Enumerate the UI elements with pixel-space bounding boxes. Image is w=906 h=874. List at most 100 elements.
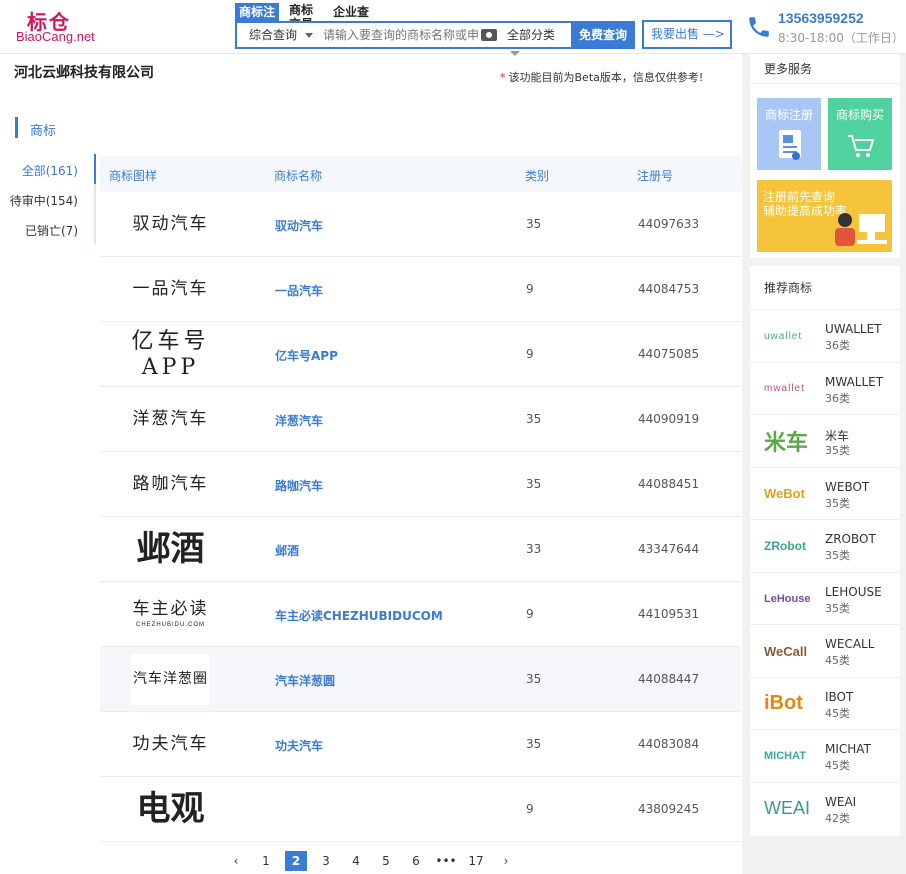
service-register-card[interactable]: 商标注册 xyxy=(757,98,821,170)
rec-logo: 米车 xyxy=(764,430,809,455)
trademark-class: 35 xyxy=(526,412,542,426)
rec-class: 36类 xyxy=(825,339,850,352)
trademark-name-link[interactable]: 功夫汽车 xyxy=(275,737,323,754)
rec-class: 45类 xyxy=(825,706,850,720)
section-title: 商标 xyxy=(30,124,57,139)
table-row[interactable]: 汽车洋葱圈 汽车洋葱圆 35 44088447 xyxy=(100,647,741,712)
search-input[interactable] xyxy=(323,23,479,47)
trademark-name-link[interactable]: 一品汽车 xyxy=(275,282,323,299)
page-2-current[interactable]: 2 xyxy=(285,851,307,871)
phone-number: 13563959252 xyxy=(778,10,864,26)
recommended-panel: 推荐商标 uwallet UWALLET 36类 mwallet MWALLET… xyxy=(750,266,900,836)
category-select[interactable]: 全部分类 xyxy=(507,23,569,47)
service-buy-label: 商标购买 xyxy=(835,108,884,122)
trademark-class: 35 xyxy=(526,737,542,751)
trademark-image: 亿车号APP xyxy=(131,329,210,380)
cart-icon xyxy=(848,135,875,157)
trademark-image: 电观 xyxy=(136,788,205,829)
rec-class: 45类 xyxy=(825,759,850,772)
tab-trademark-trade[interactable]: 商标交易 xyxy=(285,3,323,31)
list-item[interactable]: MICHAT MICHAT 45类 xyxy=(750,730,900,783)
promo-banner[interactable]: 注册前先查询 辅助提高成功率 xyxy=(757,180,892,252)
list-item[interactable]: WeCall WECALL 45类 xyxy=(750,625,900,678)
list-item[interactable]: WeBot WEBOT 35类 xyxy=(750,468,900,520)
page-ellipsis: ••• xyxy=(435,854,457,868)
list-item[interactable]: 米车 米车 35类 xyxy=(750,415,900,468)
trademark-reg-no: 44084753 xyxy=(638,282,700,296)
rec-logo: ZRobot xyxy=(764,539,806,553)
table-row[interactable]: 电观 9 43809245 xyxy=(100,777,741,842)
phone-icon xyxy=(749,17,769,37)
table-row[interactable]: 洋葱汽车 洋葱汽车 35 44090919 xyxy=(100,387,741,452)
rec-logo: LeHouse xyxy=(764,592,811,605)
page-1[interactable]: 1 xyxy=(255,851,277,871)
col-reg-no: 注册号 xyxy=(637,169,674,183)
rec-logo: iBot xyxy=(764,692,803,714)
trademark-name-link[interactable]: 车主必读CHEZHUBIDUCOM xyxy=(275,607,443,624)
trademark-name-link[interactable]: 路咖汽车 xyxy=(275,477,323,494)
trademark-image: 洋葱汽车 xyxy=(132,408,209,429)
filter-cancelled[interactable]: 已销亡(7) xyxy=(25,222,78,239)
col-image: 商标图样 xyxy=(109,169,158,183)
rec-class: 35类 xyxy=(825,601,850,615)
trademark-name-link[interactable]: 亿车号APP xyxy=(275,347,338,364)
trademark-reg-no: 43809245 xyxy=(638,802,700,816)
search-scope-select[interactable]: 综合查询 xyxy=(237,23,313,47)
table-row[interactable]: 一品汽车 一品汽车 9 44084753 xyxy=(100,257,741,322)
table-row[interactable]: 驭动汽车 驭动汽车 35 44097633 xyxy=(100,192,741,257)
list-item[interactable]: WEAI WEAI 42类 xyxy=(750,783,900,836)
service-buy-card[interactable]: 商标购买 xyxy=(828,98,892,170)
trademark-name-link[interactable]: 洋葱汽车 xyxy=(275,412,323,429)
col-class: 类别 xyxy=(525,169,550,183)
rec-name: ZROBOT xyxy=(825,532,876,546)
list-item[interactable]: uwallet UWALLET 36类 xyxy=(750,310,900,363)
filter-all[interactable]: 全部(161) xyxy=(22,162,78,179)
rec-name: WECALL xyxy=(825,637,875,651)
rec-class: 36类 xyxy=(825,391,850,405)
list-item[interactable]: mwallet MWALLET 36类 xyxy=(750,363,900,415)
list-item[interactable]: ZRobot ZROBOT 35类 xyxy=(750,520,900,573)
service-hours: 8:30-18:00（工作日） xyxy=(778,31,904,45)
page-3[interactable]: 3 xyxy=(315,851,337,871)
trademark-reg-no: 44097633 xyxy=(638,217,700,231)
trademark-class: 35 xyxy=(526,672,542,686)
rec-logo: WEAI xyxy=(764,798,811,818)
trademark-image: 一品汽车 xyxy=(132,278,209,299)
trademark-name-link[interactable]: 邺酒 xyxy=(275,542,299,559)
search-tabs: 商标注 商标交易 企业查 xyxy=(235,3,379,31)
rec-class: 35类 xyxy=(825,496,850,510)
next-page-button[interactable]: › xyxy=(495,851,517,871)
page-4[interactable]: 4 xyxy=(345,851,367,871)
trademark-name-link[interactable]: 驭动汽车 xyxy=(275,217,323,234)
chevron-down-icon[interactable] xyxy=(305,33,313,38)
rec-logo: WeBot xyxy=(764,486,805,501)
free-search-button[interactable]: 免费查询 xyxy=(571,21,635,49)
page-17[interactable]: 17 xyxy=(465,851,487,871)
top-header: 标仓 BiaoCang.net 商标注 商标交易 企业查 综合查询 全部分类 免… xyxy=(0,0,906,56)
table-row[interactable]: 亿车号APP 亿车号APP 9 44075085 xyxy=(100,322,741,387)
sell-button[interactable]: 我要出售 —> xyxy=(642,20,732,49)
logo-en: BiaoCang.net xyxy=(16,29,95,44)
table-row[interactable]: 路咖汽车 路咖汽车 35 44088451 xyxy=(100,452,741,517)
camera-icon[interactable] xyxy=(481,29,497,41)
table-row[interactable]: 车主必读 CHEZHUBIDU.COM 车主必读CHEZHUBIDUCOM 9 4… xyxy=(100,582,741,647)
prev-page-button[interactable]: ‹ xyxy=(225,851,247,871)
page-6[interactable]: 6 xyxy=(405,851,427,871)
trademark-reg-no: 44075085 xyxy=(638,347,700,361)
trademark-name-link[interactable]: 汽车洋葱圆 xyxy=(275,672,335,689)
table-row[interactable]: 邺酒 邺酒 33 43347644 xyxy=(100,517,741,582)
filter-pending[interactable]: 待审中(154) xyxy=(10,192,78,209)
trademark-image: 路咖汽车 xyxy=(132,473,209,494)
site-logo[interactable]: 标仓 BiaoCang.net xyxy=(14,6,104,46)
table-row[interactable]: 功夫汽车 功夫汽车 35 44083084 xyxy=(100,712,741,777)
trademark-reg-no: 43347644 xyxy=(638,542,700,556)
trademark-reg-no: 44109531 xyxy=(638,607,700,621)
trademark-reg-no: 44088451 xyxy=(638,477,700,491)
page-5[interactable]: 5 xyxy=(375,851,397,871)
tab-company-lookup[interactable]: 企业查 xyxy=(329,3,373,21)
list-item[interactable]: LeHouse LEHOUSE 35类 xyxy=(750,573,900,625)
search-box: 综合查询 全部分类 免费查询 xyxy=(235,21,635,49)
list-item[interactable]: iBot IBOT 45类 xyxy=(750,678,900,730)
rec-name: IBOT xyxy=(825,689,854,704)
tab-trademark-register[interactable]: 商标注 xyxy=(235,3,280,21)
